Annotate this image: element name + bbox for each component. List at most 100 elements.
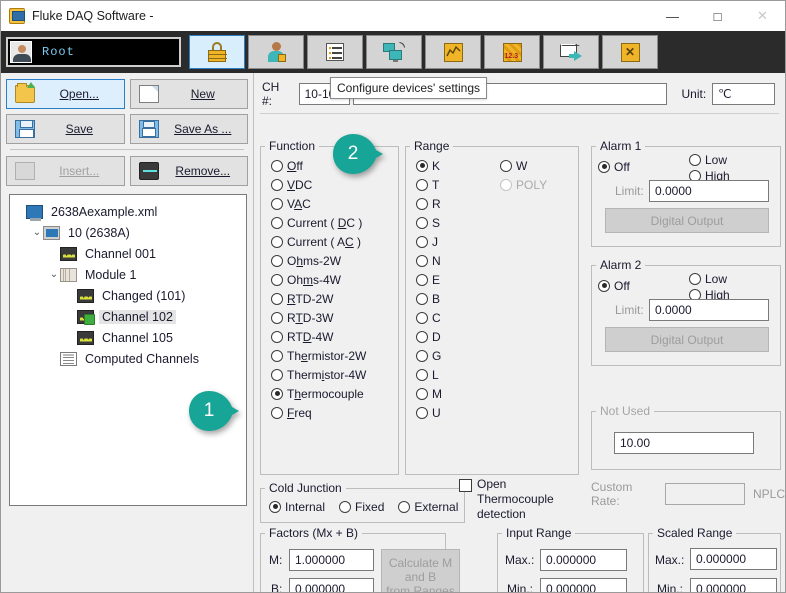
tree-node-1[interactable]: ⌄ 10 (2638A) [14,222,242,243]
range-option-g[interactable]: G [416,346,500,365]
scaled-range-min-input[interactable]: 0.000000 [690,578,777,592]
range-option-b-label: B [432,291,441,306]
function-option-10[interactable]: Thermistor-2W [271,346,398,365]
alarm1-off-radio[interactable]: Off [598,157,630,176]
open-tc-line2: Thermocouple [477,492,554,506]
range-option-r[interactable]: R [416,194,500,213]
tree-node-0[interactable]: 2638Aexample.xml [14,201,242,222]
input-range-min-input[interactable]: 0.000000 [540,578,627,592]
user-permissions-button[interactable] [248,35,304,69]
alarm2-off-radio[interactable]: Off [598,276,630,295]
save-as-button[interactable]: Save As ... [129,114,248,144]
range-option-k[interactable]: K [416,156,500,175]
calc-line2: from Ranges [386,583,455,593]
range-option-n[interactable]: N [416,251,500,270]
callout-number-2: 2 [347,143,359,164]
export-mail-button[interactable] [543,35,599,69]
range-option-t[interactable]: T [416,175,500,194]
configure-devices-button[interactable] [366,35,422,69]
cold-junction-fixed[interactable]: Fixed [339,497,384,516]
range-option-j[interactable]: J [416,232,500,251]
tree-node-3[interactable]: ⌄ Module 1 [14,264,242,285]
alarm2-digital-output-button[interactable]: Digital Output [605,327,769,352]
close-button[interactable]: ✕ [740,1,785,31]
radio-dot-icon [271,197,283,210]
alarm1-digital-output-button[interactable]: Digital Output [605,208,769,233]
insert-button[interactable]: Insert... [6,156,125,186]
user-lock-icon [266,42,286,62]
function-option-12[interactable]: Thermocouple [271,384,398,403]
exit-button[interactable]: ✕ [602,35,658,69]
cold-junction-external[interactable]: External [398,497,458,516]
range-option-m[interactable]: M [416,384,500,403]
function-option-5[interactable]: Ohms-2W [271,251,398,270]
folder-open-icon [15,82,35,103]
radio-dot-icon [416,406,428,419]
range-option-c-label: C [432,310,441,325]
range-option-l[interactable]: L [416,365,500,384]
function-option-7[interactable]: RTD-2W [271,289,398,308]
tree-node-5[interactable]: Channel 102 [14,306,242,327]
unit-input[interactable]: ℃ [712,83,775,105]
function-option-9[interactable]: RTD-4W [271,327,398,346]
factors-group: Factors (Mx + B) M: 1.000000 B: 0.000000… [260,526,460,592]
tree-node-label: Channel 001 [85,246,156,261]
not-used-input[interactable]: 10.00 [614,432,754,454]
lock-button[interactable] [189,35,245,69]
range-option-s[interactable]: S [416,213,500,232]
readings-button[interactable]: 12.3 [484,35,540,69]
function-option-13[interactable]: Freq [271,403,398,422]
range-option-d-label: D [432,329,441,344]
save-button[interactable]: Save [6,114,125,144]
function-option-9-label: RTD-4W [287,329,334,344]
function-option-11[interactable]: Thermistor-4W [271,365,398,384]
tree-node-7[interactable]: Computed Channels [14,348,242,369]
radio-dot-icon [271,235,283,248]
factor-b-input[interactable]: 0.000000 [289,578,374,592]
chevron-down-icon[interactable]: ⌄ [48,269,60,280]
input-range-max-input[interactable]: 0.000000 [540,549,627,571]
app-icon [9,8,25,24]
radio-dot-icon [269,500,281,513]
range-option-u[interactable]: U [416,403,500,422]
remove-device-icon [138,162,159,180]
range-option-c[interactable]: C [416,308,500,327]
trend-chart-button[interactable] [425,35,481,69]
function-option-4-label: Current ( AC ) [287,234,362,249]
module-icon [60,267,77,282]
open-thermocouple-checkbox[interactable]: Open Thermocouple detection [459,477,579,522]
factor-m-input[interactable]: 1.000000 [289,549,374,571]
new-button[interactable]: New [129,79,248,109]
function-option-3[interactable]: Current ( DC ) [271,213,398,232]
custom-rate-label: Custom Rate: [591,480,633,508]
tree-node-4[interactable]: Changed (101) [14,285,242,306]
chevron-down-icon[interactable]: ⌄ [31,227,43,238]
configuration-tree[interactable]: 2638Aexample.xml ⌄ 10 (2638A) Channel 001 ⌄ M… [9,194,247,506]
tree-node-2[interactable]: Channel 001 [14,243,242,264]
maximize-button[interactable]: □ [695,1,740,31]
function-option-8[interactable]: RTD-3W [271,308,398,327]
calculate-m-b-button[interactable]: Calculate M and B from Ranges [381,549,460,593]
custom-rate-input[interactable] [664,483,745,505]
function-option-1-label: VDC [287,177,313,192]
function-option-2[interactable]: VAC [271,194,398,213]
open-button[interactable]: Open... [6,79,125,109]
log-list-button[interactable] [307,35,363,69]
tree-node-6[interactable]: Channel 105 [14,327,242,348]
device-icon [43,225,60,240]
cold-junction-internal[interactable]: Internal [269,497,325,516]
function-option-1[interactable]: VDC [271,175,398,194]
alarm1-limit-input[interactable]: 0.0000 [649,180,769,202]
function-option-4[interactable]: Current ( AC ) [271,232,398,251]
function-option-6[interactable]: Ohms-4W [271,270,398,289]
current-user-display[interactable]: Root [6,37,181,67]
minimize-button[interactable]: — [650,1,695,31]
unit-label: Unit: [681,87,707,101]
range-option-b[interactable]: B [416,289,500,308]
scaled-range-max-input[interactable]: 0.000000 [690,548,777,570]
range-option-w[interactable]: W [500,156,547,175]
remove-button[interactable]: Remove... [129,156,248,186]
alarm2-limit-input[interactable]: 0.0000 [649,299,769,321]
range-option-d[interactable]: D [416,327,500,346]
range-option-e[interactable]: E [416,270,500,289]
